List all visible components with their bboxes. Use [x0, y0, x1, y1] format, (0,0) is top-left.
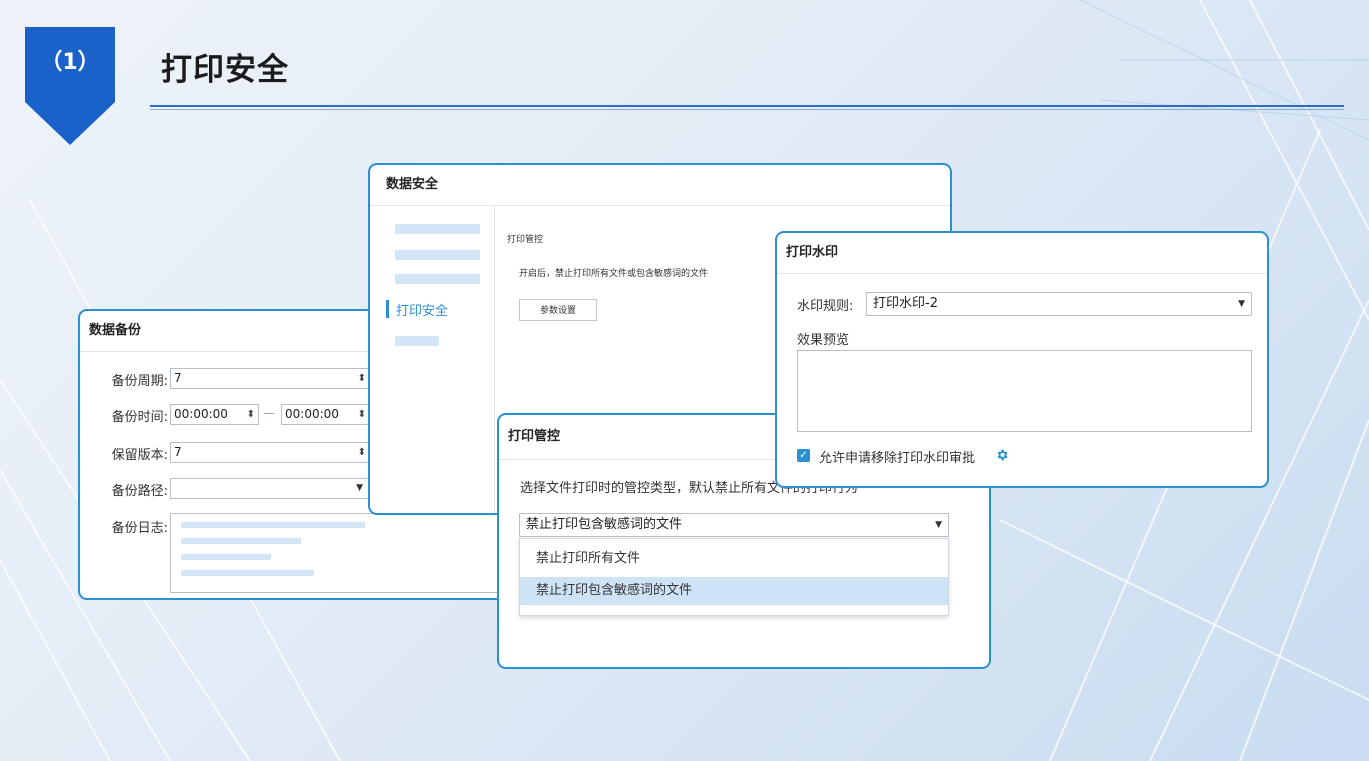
security-nav: 打印安全	[370, 206, 495, 513]
backup-time-end-input[interactable]: 00:00:00 ⬍	[281, 404, 370, 425]
nav-active-indicator	[386, 300, 389, 318]
print-control-section-title: 打印管控	[507, 235, 544, 245]
caret-down-icon: ▼	[356, 483, 363, 493]
caret-down-icon: ▼	[1238, 299, 1245, 309]
backup-time-start-value: 00:00:00	[174, 407, 228, 421]
nav-item-placeholder[interactable]	[395, 336, 439, 346]
spinner-arrows-icon[interactable]: ⬍	[358, 443, 366, 462]
time-range-separator: —	[263, 406, 275, 420]
backup-log-label: 备份日志:	[111, 521, 168, 536]
caret-down-icon: ▼	[935, 520, 942, 530]
watermark-rule-select[interactable]: 打印水印-2 ▼	[866, 292, 1252, 316]
print-control-select[interactable]: 禁止打印包含敏感词的文件 ▼	[519, 513, 949, 537]
watermark-panel-title: 打印水印	[777, 233, 1267, 274]
backup-period-label: 备份周期:	[111, 374, 168, 389]
log-line	[181, 570, 314, 576]
spinner-arrows-icon[interactable]: ⬍	[247, 405, 255, 424]
settings-button[interactable]: 参数设置	[519, 299, 597, 321]
title-divider	[150, 105, 1344, 107]
keep-versions-input[interactable]: 7 ⬍	[170, 442, 370, 463]
backup-path-label: 备份路径:	[111, 484, 168, 499]
backup-time-end-value: 00:00:00	[285, 407, 339, 421]
nav-item-print-security[interactable]: 打印安全	[396, 300, 448, 319]
gear-icon[interactable]	[995, 448, 1009, 462]
backup-log-area[interactable]	[170, 513, 508, 593]
backup-path-select[interactable]: ▼	[170, 478, 370, 499]
title-divider-thin	[150, 109, 1344, 110]
dropdown-option-highlighted[interactable]: 禁止打印包含敏感词的文件	[520, 577, 948, 605]
spinner-arrows-icon[interactable]: ⬍	[358, 405, 366, 424]
nav-item-placeholder[interactable]	[395, 274, 480, 284]
backup-time-label: 备份时间:	[111, 410, 168, 425]
log-line	[181, 538, 301, 544]
print-control-description: 开启后，禁止打印所有文件或包含敏感词的文件	[519, 269, 709, 279]
nav-item-placeholder[interactable]	[395, 224, 480, 234]
backup-period-value: 7	[174, 371, 182, 385]
watermark-rule-value: 打印水印-2	[873, 296, 938, 311]
spinner-arrows-icon[interactable]: ⬍	[358, 369, 366, 388]
checkbox-checked-icon[interactable]: ✓	[797, 449, 810, 462]
log-line	[181, 522, 365, 528]
watermark-rule-label: 水印规则:	[797, 299, 854, 314]
print-control-selected: 禁止打印包含敏感词的文件	[526, 517, 683, 532]
watermark-panel: 打印水印 水印规则: 打印水印-2 ▼ 效果预览 ✓ 允许申请移除打印水印审批	[775, 231, 1269, 488]
keep-versions-value: 7	[174, 445, 182, 459]
backup-time-start-input[interactable]: 00:00:00 ⬍	[170, 404, 259, 425]
keep-versions-label: 保留版本:	[111, 448, 168, 463]
print-control-dropdown: 禁止打印所有文件 禁止打印包含敏感词的文件	[519, 538, 949, 616]
dropdown-option[interactable]: 禁止打印所有文件	[520, 545, 948, 573]
nav-item-placeholder[interactable]	[395, 250, 480, 260]
section-number: （1）	[40, 50, 100, 75]
preview-area	[797, 350, 1252, 432]
page-title: 打印安全	[161, 52, 289, 88]
log-line	[181, 554, 271, 560]
security-panel-title: 数据安全	[370, 165, 950, 206]
backup-period-input[interactable]: 7 ⬍	[170, 368, 370, 389]
preview-label: 效果预览	[797, 333, 850, 348]
allow-remove-watermark-label[interactable]: 允许申请移除打印水印审批	[819, 447, 975, 466]
